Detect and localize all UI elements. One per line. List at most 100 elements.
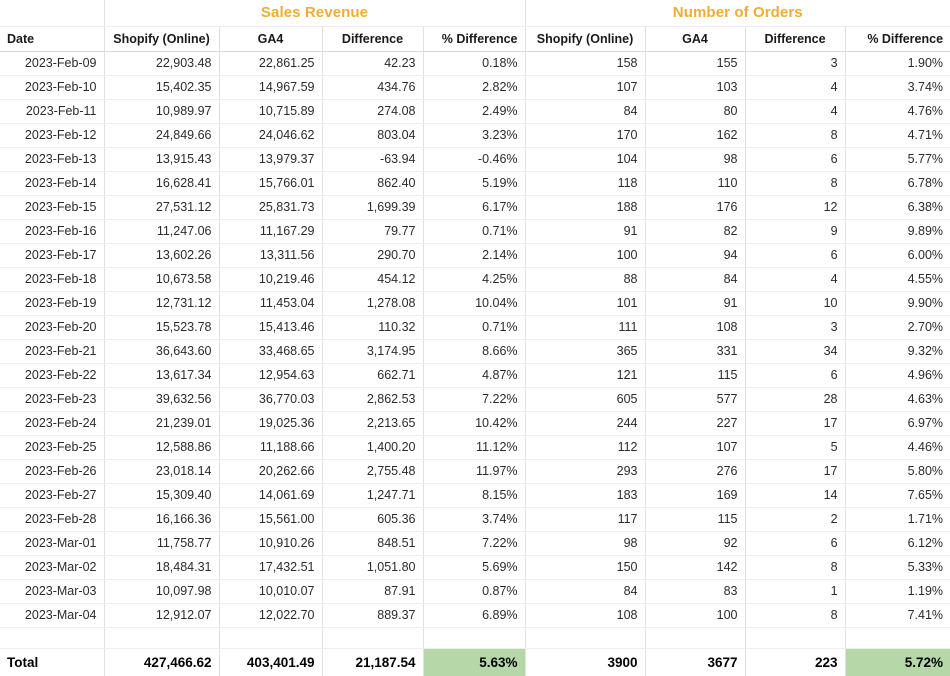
cell-orders-ga4: 110 [645, 172, 745, 196]
cell-revenue-ga4: 13,979.37 [219, 148, 322, 172]
cell-revenue-difference: 1,051.80 [322, 556, 423, 580]
cell-date: 2023-Feb-24 [0, 412, 104, 436]
cell-revenue-shopify: 10,097.98 [104, 580, 219, 604]
cell-revenue-difference: 2,755.48 [322, 460, 423, 484]
cell-orders-difference: 6 [745, 532, 845, 556]
cell-orders-difference: 12 [745, 196, 845, 220]
header-revenue-difference: Difference [322, 27, 423, 52]
cell-revenue-shopify: 22,903.48 [104, 52, 219, 76]
header-orders-pct-difference: % Difference [845, 27, 950, 52]
cell-orders-difference: 28 [745, 388, 845, 412]
cell-orders-ga4: 83 [645, 580, 745, 604]
cell-revenue-ga4: 12,954.63 [219, 364, 322, 388]
header-revenue-shopify: Shopify (Online) [104, 27, 219, 52]
cell-revenue-pct-difference: 8.15% [423, 484, 525, 508]
cell-orders-pct-difference: 9.90% [845, 292, 950, 316]
cell-date: 2023-Feb-26 [0, 460, 104, 484]
cell-revenue-shopify: 39,632.56 [104, 388, 219, 412]
cell-orders-ga4: 94 [645, 244, 745, 268]
empty-cell [423, 628, 525, 649]
header-revenue-pct-difference: % Difference [423, 27, 525, 52]
cell-revenue-pct-difference: 0.18% [423, 52, 525, 76]
cell-orders-shopify: 88 [525, 268, 645, 292]
cell-orders-pct-difference: 3.74% [845, 76, 950, 100]
cell-orders-ga4: 169 [645, 484, 745, 508]
cell-orders-ga4: 276 [645, 460, 745, 484]
cell-orders-pct-difference: 1.19% [845, 580, 950, 604]
cell-orders-ga4: 84 [645, 268, 745, 292]
cell-revenue-difference: 848.51 [322, 532, 423, 556]
corner-cell [0, 0, 104, 27]
cell-orders-difference: 9 [745, 220, 845, 244]
cell-orders-shopify: 365 [525, 340, 645, 364]
cell-date: 2023-Feb-17 [0, 244, 104, 268]
cell-revenue-difference: 2,213.65 [322, 412, 423, 436]
cell-orders-pct-difference: 4.46% [845, 436, 950, 460]
group-title-sales-revenue: Sales Revenue [104, 0, 525, 27]
cell-date: 2023-Mar-01 [0, 532, 104, 556]
cell-orders-pct-difference: 7.41% [845, 604, 950, 628]
cell-orders-pct-difference: 9.32% [845, 340, 950, 364]
cell-orders-difference: 8 [745, 172, 845, 196]
cell-orders-ga4: 176 [645, 196, 745, 220]
table-row: 2023-Mar-0310,097.9810,010.0787.910.87%8… [0, 580, 950, 604]
cell-orders-ga4: 107 [645, 436, 745, 460]
cell-orders-ga4: 155 [645, 52, 745, 76]
cell-revenue-ga4: 14,967.59 [219, 76, 322, 100]
cell-revenue-ga4: 15,561.00 [219, 508, 322, 532]
cell-revenue-pct-difference: 6.89% [423, 604, 525, 628]
cell-revenue-difference: 42.23 [322, 52, 423, 76]
cell-date: 2023-Feb-19 [0, 292, 104, 316]
cell-orders-difference: 6 [745, 364, 845, 388]
empty-cell [845, 628, 950, 649]
cell-orders-ga4: 115 [645, 364, 745, 388]
comparison-spreadsheet: Sales Revenue Number of Orders Date Shop… [0, 0, 950, 676]
cell-revenue-shopify: 13,617.34 [104, 364, 219, 388]
cell-revenue-difference: 1,247.71 [322, 484, 423, 508]
cell-orders-pct-difference: 5.33% [845, 556, 950, 580]
cell-revenue-difference: 87.91 [322, 580, 423, 604]
table-row: 2023-Feb-2213,617.3412,954.63662.714.87%… [0, 364, 950, 388]
cell-orders-ga4: 331 [645, 340, 745, 364]
cell-date: 2023-Feb-25 [0, 436, 104, 460]
cell-date: 2023-Feb-12 [0, 124, 104, 148]
cell-revenue-shopify: 16,166.36 [104, 508, 219, 532]
cell-revenue-difference: 2,862.53 [322, 388, 423, 412]
cell-revenue-ga4: 19,025.36 [219, 412, 322, 436]
cell-orders-difference: 17 [745, 412, 845, 436]
cell-orders-shopify: 100 [525, 244, 645, 268]
table-row: 2023-Mar-0412,912.0712,022.70889.376.89%… [0, 604, 950, 628]
table-row: 2023-Feb-2623,018.1420,262.662,755.4811.… [0, 460, 950, 484]
cell-revenue-pct-difference: 5.19% [423, 172, 525, 196]
cell-date: 2023-Feb-15 [0, 196, 104, 220]
cell-revenue-shopify: 13,602.26 [104, 244, 219, 268]
cell-revenue-pct-difference: 0.71% [423, 220, 525, 244]
cell-revenue-shopify: 15,402.35 [104, 76, 219, 100]
table-row: 2023-Feb-0922,903.4822,861.2542.230.18%1… [0, 52, 950, 76]
table-row: 2023-Feb-2715,309.4014,061.691,247.718.1… [0, 484, 950, 508]
cell-revenue-difference: 605.36 [322, 508, 423, 532]
cell-orders-shopify: 150 [525, 556, 645, 580]
cell-orders-difference: 1 [745, 580, 845, 604]
cell-orders-shopify: 118 [525, 172, 645, 196]
cell-revenue-shopify: 23,018.14 [104, 460, 219, 484]
cell-orders-difference: 17 [745, 460, 845, 484]
cell-orders-shopify: 605 [525, 388, 645, 412]
cell-revenue-difference: 662.71 [322, 364, 423, 388]
cell-revenue-difference: 1,699.39 [322, 196, 423, 220]
cell-revenue-ga4: 10,715.89 [219, 100, 322, 124]
cell-orders-difference: 5 [745, 436, 845, 460]
empty-cell [525, 628, 645, 649]
table-row: 2023-Feb-1611,247.0611,167.2979.770.71%9… [0, 220, 950, 244]
cell-orders-pct-difference: 6.00% [845, 244, 950, 268]
cell-revenue-ga4: 13,311.56 [219, 244, 322, 268]
cell-orders-pct-difference: 6.78% [845, 172, 950, 196]
table-row: 2023-Feb-2421,239.0119,025.362,213.6510.… [0, 412, 950, 436]
cell-revenue-ga4: 10,219.46 [219, 268, 322, 292]
cell-revenue-pct-difference: 8.66% [423, 340, 525, 364]
cell-orders-pct-difference: 4.76% [845, 100, 950, 124]
total-revenue-pct-difference: 5.63% [423, 649, 525, 676]
table-row: 2023-Feb-2816,166.3615,561.00605.363.74%… [0, 508, 950, 532]
cell-orders-ga4: 115 [645, 508, 745, 532]
cell-revenue-ga4: 12,022.70 [219, 604, 322, 628]
